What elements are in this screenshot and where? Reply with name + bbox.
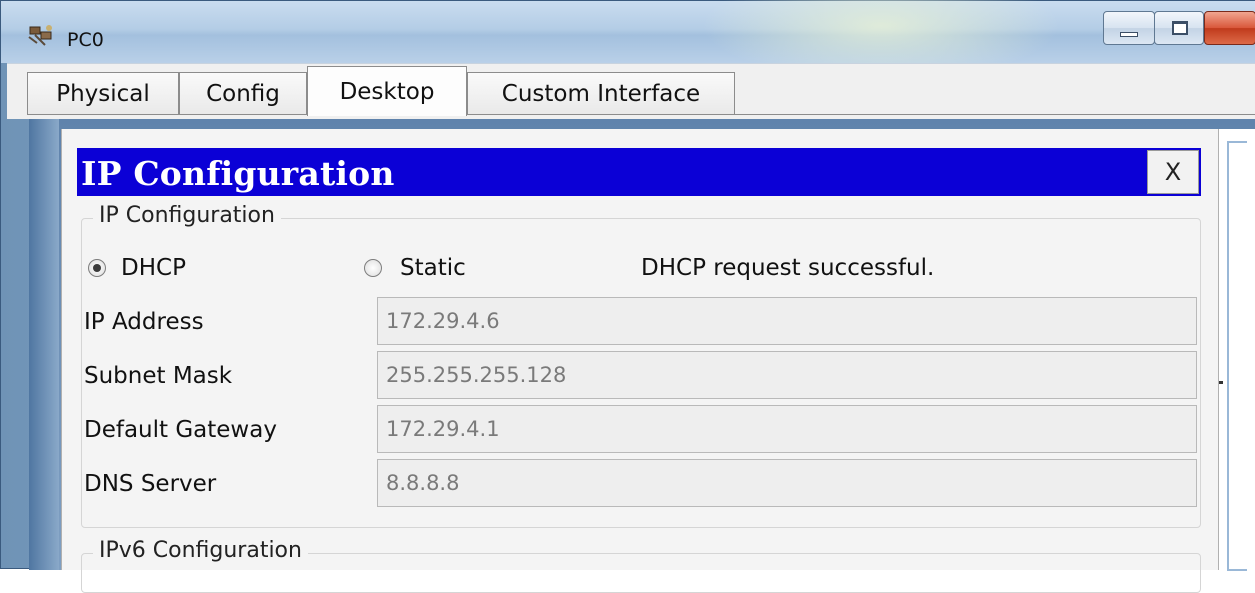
maximize-button[interactable]	[1154, 11, 1204, 45]
minimize-icon	[1120, 32, 1138, 37]
minimize-button[interactable]	[1103, 11, 1155, 45]
tab-config[interactable]: Config	[179, 72, 307, 114]
default-gateway-field[interactable]: 172.29.4.1	[377, 405, 1197, 453]
dns-server-label: DNS Server	[84, 471, 217, 497]
static-radio[interactable]	[364, 259, 382, 277]
ipv6-config-group-label: IPv6 Configuration	[93, 538, 308, 563]
tab-custom-interface[interactable]: Custom Interface	[467, 72, 735, 114]
background-window-edge	[1219, 129, 1255, 571]
dialog-close-button[interactable]: X	[1147, 150, 1199, 194]
dns-server-field[interactable]: 8.8.8.8	[377, 459, 1197, 507]
tab-baseline	[27, 114, 1255, 115]
tab-physical[interactable]: Physical	[27, 72, 179, 114]
default-gateway-label: Default Gateway	[84, 417, 277, 443]
ip-address-field[interactable]: 172.29.4.6	[377, 297, 1197, 345]
dhcp-radio[interactable]	[88, 259, 106, 277]
title-bar[interactable]: PC0	[1, 0, 1255, 81]
tab-strip: Physical Config Desktop Custom Interface	[7, 63, 1255, 119]
ip-config-group-label: IP Configuration	[93, 203, 281, 228]
dialog-header: IP Configuration	[77, 148, 1201, 196]
window-title: PC0	[67, 29, 104, 51]
maximize-icon	[1172, 21, 1188, 35]
subnet-mask-field[interactable]: 255.255.255.128	[377, 351, 1197, 399]
dhcp-status-text: DHCP request successful.	[641, 255, 935, 281]
static-radio-label[interactable]: Static	[400, 255, 466, 281]
app-window: PC0 Physical Config Desktop Custom Inter…	[0, 0, 1255, 593]
dialog-title: IP Configuration	[81, 154, 395, 193]
dhcp-radio-label[interactable]: DHCP	[121, 255, 186, 281]
pc-network-icon	[28, 25, 52, 46]
ip-address-label: IP Address	[84, 309, 204, 335]
close-window-button[interactable]	[1204, 11, 1255, 45]
tab-desktop[interactable]: Desktop	[307, 66, 467, 116]
background-window-frame	[1227, 141, 1247, 571]
subnet-mask-label: Subnet Mask	[84, 363, 233, 389]
background-window-tick	[1219, 381, 1223, 384]
desktop-rim	[29, 119, 59, 570]
